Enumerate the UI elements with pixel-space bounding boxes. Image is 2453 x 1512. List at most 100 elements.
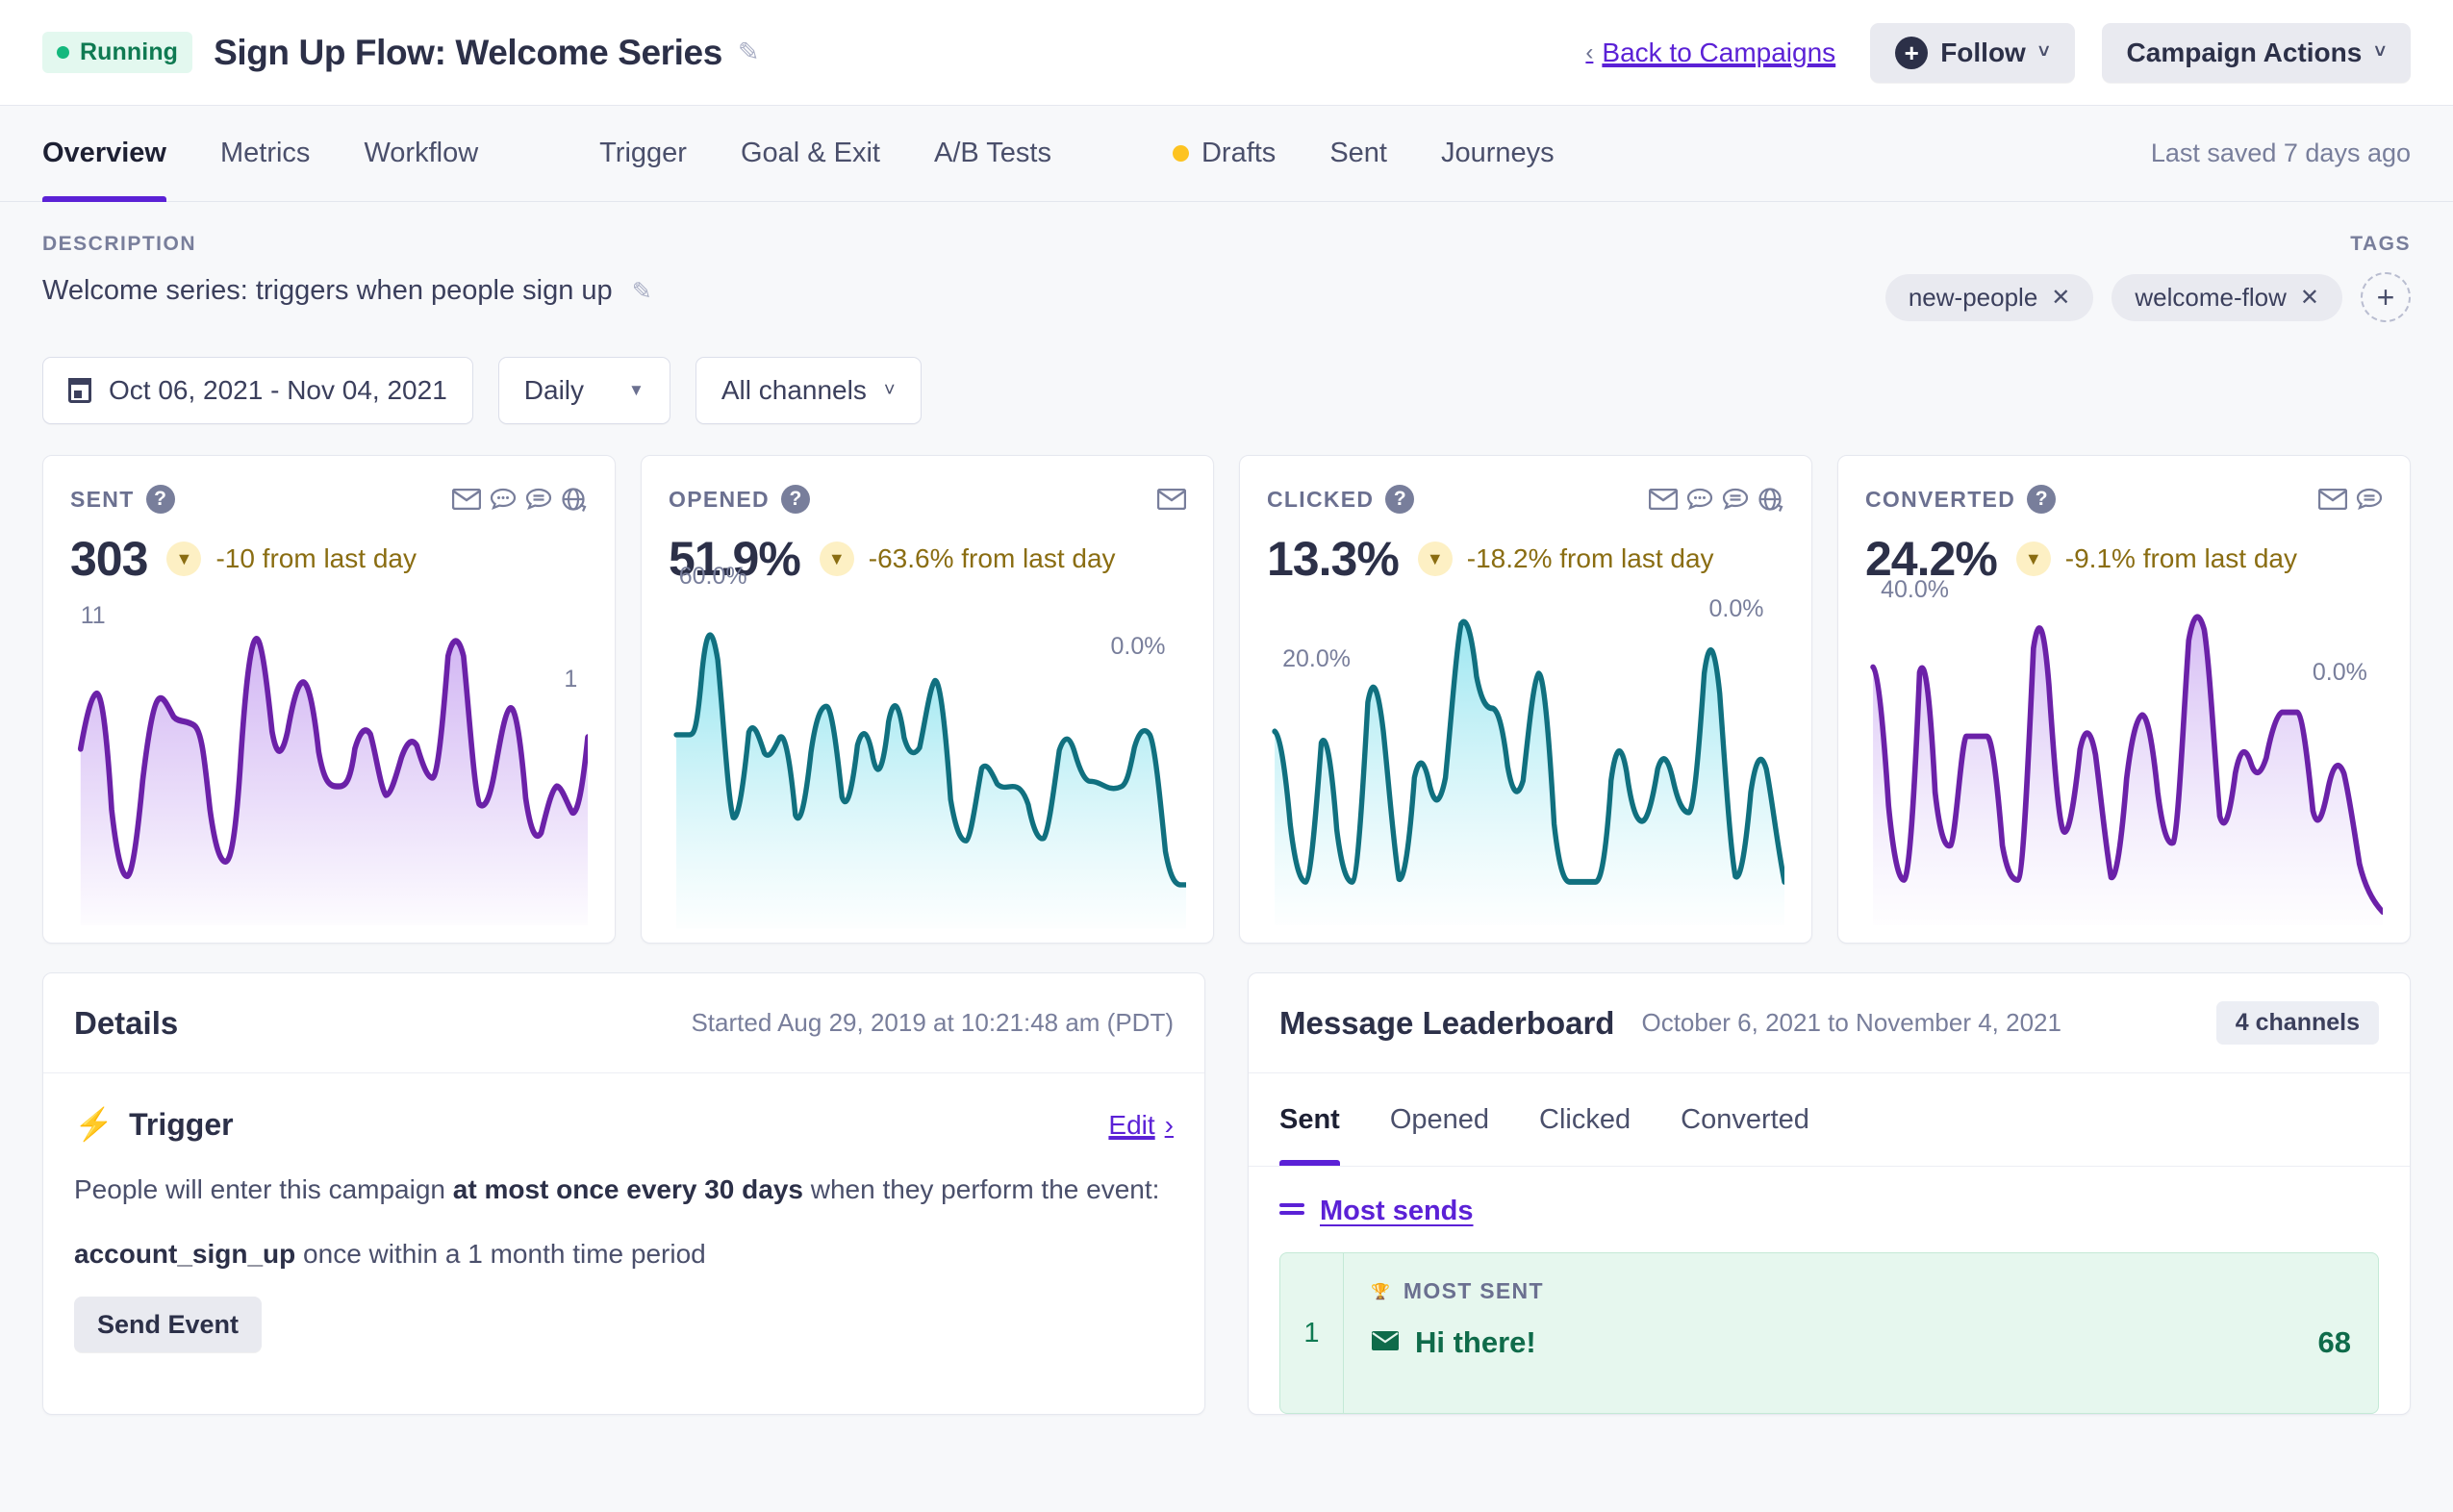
channel-icons xyxy=(452,487,588,512)
send-event-button[interactable]: Send Event xyxy=(74,1297,263,1353)
chevron-down-icon: ˅ xyxy=(2374,41,2386,63)
leaderboard-tab-sent[interactable]: Sent xyxy=(1279,1073,1340,1166)
trigger-event-row: account_sign_up once within a 1 month ti… xyxy=(43,1210,1204,1270)
chevron-down-icon: ˅ xyxy=(2037,41,2050,63)
details-header: Details Started Aug 29, 2019 at 10:21:48… xyxy=(43,973,1204,1073)
trend-down-icon: ▼ xyxy=(819,542,854,576)
trigger-title: Trigger xyxy=(129,1107,234,1142)
chevron-right-icon: › xyxy=(1164,1109,1174,1140)
tab-drafts[interactable]: Drafts xyxy=(1172,106,1277,202)
email-icon xyxy=(2318,489,2347,510)
close-icon[interactable]: ✕ xyxy=(2300,284,2319,312)
card-value-row: 13.3% ▼ -18.2% from last day xyxy=(1267,531,1784,587)
chevron-left-icon: ‹ xyxy=(1585,38,1594,65)
tag-chip[interactable]: welcome-flow ✕ xyxy=(2112,273,2342,321)
tag-chip[interactable]: new-people ✕ xyxy=(1884,273,2094,321)
channel-select[interactable]: All channels ˅ xyxy=(695,357,922,424)
tab-goal-exit[interactable]: Goal & Exit xyxy=(741,106,880,202)
calendar-icon xyxy=(68,378,91,403)
tab-sent[interactable]: Sent xyxy=(1329,106,1387,202)
tab-label: Trigger xyxy=(599,138,687,168)
metric-card-converted: CONVERTED ? 24.2% ▼ -9.1% from last day … xyxy=(1837,455,2411,944)
leaderboard-row-body: 🏆 MOST SENT Hi there! 68 xyxy=(1344,1253,2378,1413)
in-app-icon xyxy=(1722,488,1749,511)
details-panel: Details Started Aug 29, 2019 at 10:21:48… xyxy=(42,972,1205,1415)
help-icon[interactable]: ? xyxy=(2027,485,2057,514)
leaderboard-tab-clicked[interactable]: Clicked xyxy=(1539,1073,1631,1166)
trend-down-icon: ▼ xyxy=(166,542,202,576)
sparkline-end-label: 1 xyxy=(564,666,578,693)
leaderboard-message-row: Hi there! 68 xyxy=(1371,1325,2351,1360)
sort-link[interactable]: Most sends xyxy=(1320,1196,1474,1227)
filter-bar: Oct 06, 2021 - Nov 04, 2021 Daily ▼ All … xyxy=(0,322,2453,424)
trend-down-icon: ▼ xyxy=(2015,542,2051,576)
details-title: Details xyxy=(74,1004,179,1041)
tab-ab-tests[interactable]: A/B Tests xyxy=(934,106,1051,202)
leaderboard-tab-converted[interactable]: Converted xyxy=(1681,1073,1809,1166)
trophy-icon: 🏆 xyxy=(1371,1283,1390,1300)
metric-delta: -18.2% from last day xyxy=(1466,543,1714,573)
sparkline-opened: 60.0% 0.0% xyxy=(669,563,1186,929)
help-icon[interactable]: ? xyxy=(780,485,810,514)
metric-delta: -9.1% from last day xyxy=(2064,543,2297,573)
tab-overview[interactable]: Overview xyxy=(42,106,166,202)
tab-metrics[interactable]: Metrics xyxy=(220,106,310,202)
metric-delta: -10 from last day xyxy=(215,543,417,573)
leaderboard-row[interactable]: 1 🏆 MOST SENT Hi there! 68 xyxy=(1279,1252,2379,1414)
webhook-icon xyxy=(1758,487,1784,512)
leaderboard-panel: Message Leaderboard October 6, 2021 to N… xyxy=(1248,972,2411,1415)
tab-journeys[interactable]: Journeys xyxy=(1441,106,1555,202)
details-started: Started Aug 29, 2019 at 10:21:48 am (PDT… xyxy=(691,1008,1174,1037)
push-icon xyxy=(1686,488,1713,511)
sparkline-start-label: 40.0% xyxy=(1881,575,1950,603)
metric-card-clicked: CLICKED ? 13.3% ▼ -18.2% from last day 2… xyxy=(1239,455,1812,944)
edit-description-pencil-icon[interactable]: ✎ xyxy=(632,278,652,305)
card-header: CLICKED ? xyxy=(1267,485,1784,514)
bottom-panels: Details Started Aug 29, 2019 at 10:21:48… xyxy=(0,944,2453,1415)
description-label: DESCRIPTION xyxy=(42,233,197,255)
card-header: CONVERTED ? xyxy=(1865,485,2383,514)
status-label: Running xyxy=(80,38,179,65)
trigger-description: People will enter this campaign at most … xyxy=(43,1144,1204,1210)
email-icon xyxy=(1157,489,1186,510)
back-to-campaigns-link[interactable]: ‹ Back to Campaigns xyxy=(1585,38,1835,68)
follow-button[interactable]: + Follow ˅ xyxy=(1870,22,2075,83)
sparkline-converted: 40.0% 0.0% xyxy=(1865,576,2383,925)
metric-value: 303 xyxy=(70,532,148,586)
email-icon xyxy=(452,489,481,510)
date-range-picker[interactable]: Oct 06, 2021 - Nov 04, 2021 xyxy=(42,357,473,424)
tag-label: new-people xyxy=(1908,282,2038,312)
tab-label: Sent xyxy=(1279,1103,1340,1135)
sparkline-end-label: 0.0% xyxy=(1708,595,1764,623)
description-value: Welcome series: triggers when people sig… xyxy=(42,275,613,306)
sparkline-svg xyxy=(1870,614,2383,925)
add-tag-button[interactable]: + xyxy=(2361,272,2411,322)
leaderboard-header: Message Leaderboard October 6, 2021 to N… xyxy=(1249,973,2410,1073)
leaderboard-title: Message Leaderboard xyxy=(1279,1004,1615,1041)
tab-workflow[interactable]: Workflow xyxy=(364,106,478,202)
sparkline-clicked: 20.0% 0.0% xyxy=(1267,592,1784,925)
edit-trigger-link[interactable]: Edit › xyxy=(1108,1110,1174,1141)
close-icon[interactable]: ✕ xyxy=(2051,284,2070,312)
sparkline-svg xyxy=(673,632,1186,929)
tab-label: Metrics xyxy=(219,138,311,168)
tag-label: welcome-flow xyxy=(2135,282,2287,312)
edit-title-pencil-icon[interactable]: ✎ xyxy=(738,39,760,65)
tab-label: Drafts xyxy=(1201,138,1277,168)
in-app-icon xyxy=(2356,488,2383,511)
lightning-bolt-icon: ⚡ xyxy=(74,1106,114,1142)
follow-label: Follow xyxy=(1940,37,2026,67)
campaign-actions-button[interactable]: Campaign Actions ˅ xyxy=(2101,22,2411,83)
trigger-text-bold: at most once every 30 days xyxy=(452,1174,803,1204)
channel-icons xyxy=(1649,487,1784,512)
leaderboard-tab-opened[interactable]: Opened xyxy=(1390,1073,1489,1166)
help-icon[interactable]: ? xyxy=(145,485,175,514)
channel-icons xyxy=(2318,488,2383,511)
email-icon xyxy=(1649,489,1678,510)
tab-trigger[interactable]: Trigger xyxy=(599,106,687,202)
card-label: CONVERTED xyxy=(1865,486,2016,512)
tab-label: Journeys xyxy=(1440,138,1555,168)
granularity-select[interactable]: Daily ▼ xyxy=(497,357,670,424)
description-text-row: Welcome series: triggers when people sig… xyxy=(42,275,652,307)
help-icon[interactable]: ? xyxy=(1385,485,1415,514)
